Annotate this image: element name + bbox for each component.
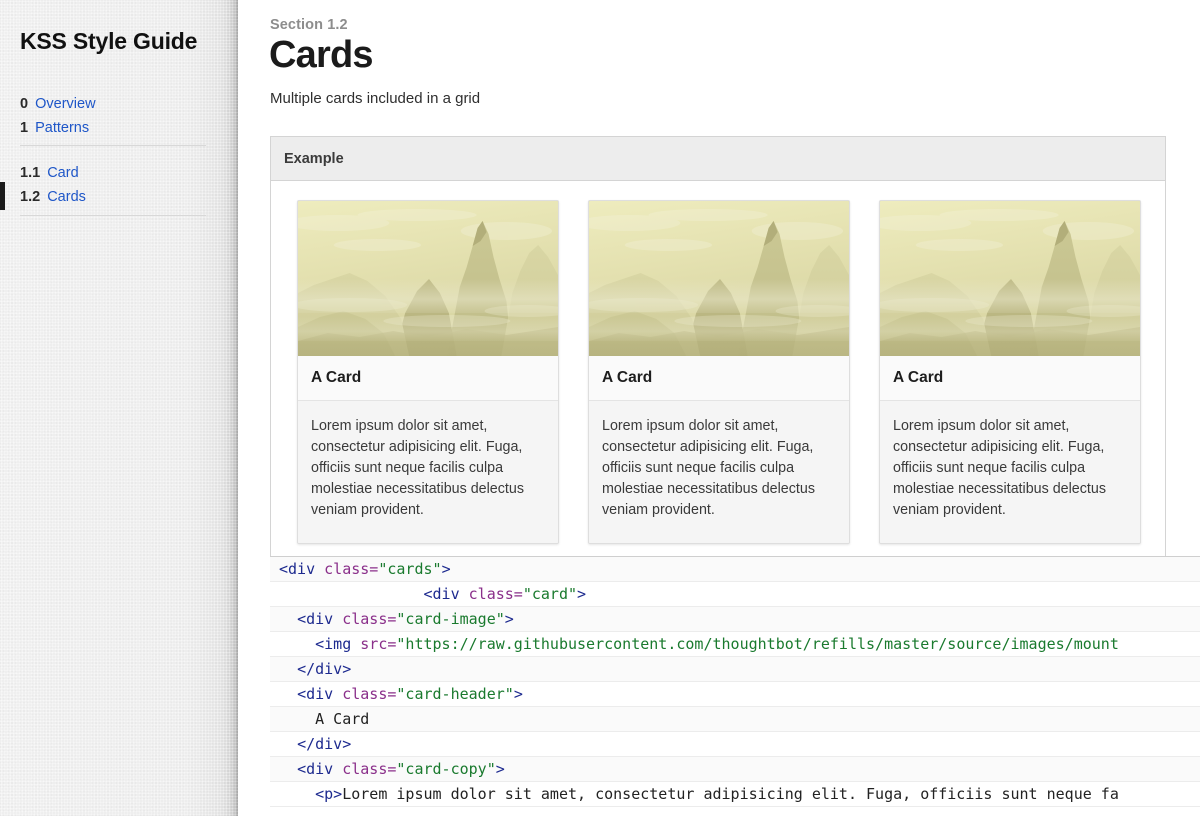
card-copy: Lorem ipsum dolor sit amet, consectetur … (880, 401, 1140, 543)
sidebar-nav-bottom: 1.1 Card 1.2 Cards (20, 161, 206, 209)
card-header: A Card (880, 356, 1140, 401)
sidebar-item-patterns[interactable]: 1 Patterns (20, 116, 206, 140)
active-section-marker (0, 182, 5, 210)
sidebar-item-number: 1.2 (20, 189, 41, 205)
card-image (589, 201, 849, 356)
sidebar-item-number: 0 (20, 96, 29, 112)
card[interactable]: A Card Lorem ipsum dolor sit amet, consec… (879, 200, 1141, 544)
code-token-tag: <img (315, 635, 361, 653)
code-line: <img src="https://raw.githubusercontent.… (270, 632, 1200, 657)
code-token-tag: <div (297, 610, 343, 628)
code-line: <div class="card-image"> (270, 607, 1200, 632)
code-token-tag: <div (423, 585, 469, 603)
card[interactable]: A Card Lorem ipsum dolor sit amet, consec… (588, 200, 850, 544)
code-token-tag: <p> (315, 785, 343, 803)
code-line: </div> (270, 732, 1200, 757)
card-copy-text: Lorem ipsum dolor sit amet, consectetur … (311, 418, 524, 518)
style-guide-title: KSS Style Guide (20, 28, 198, 54)
sidebar-item-number: 1.1 (20, 165, 41, 181)
sidebar-item-number: 1 (20, 120, 29, 136)
card-copy: Lorem ipsum dolor sit amet, consectetur … (589, 401, 849, 543)
code-token-string: "cards" (378, 560, 442, 578)
code-token-text: A Card (279, 710, 370, 728)
code-token-text: Lorem ipsum dolor sit amet, consectetur … (342, 785, 1119, 803)
card-image-graphic (589, 201, 849, 356)
card-image-graphic (298, 201, 558, 356)
card-copy-text: Lorem ipsum dolor sit amet, consectetur … (602, 418, 815, 518)
code-token-attr: class= (342, 760, 397, 778)
code-token-attr: class= (342, 610, 397, 628)
code-token-string: "card-header" (396, 685, 514, 703)
code-line: <p>Lorem ipsum dolor sit amet, consectet… (270, 782, 1200, 807)
code-sample-panel[interactable]: <div class="cards"> <div class="card"> <… (270, 556, 1200, 807)
style-guide-page: KSS Style Guide 0 Overview 1 Patterns 1.1… (0, 0, 1200, 816)
example-header-label: Example (284, 150, 344, 167)
card-image-graphic (880, 201, 1140, 356)
sidebar-item-label: Overview (35, 96, 96, 112)
code-token-attr: class= (324, 560, 379, 578)
code-token-tag: </div> (297, 660, 352, 678)
code-token-attr: class= (468, 585, 523, 603)
code-token-tag: <div (297, 685, 343, 703)
code-line: <div class="card"> (270, 582, 1200, 607)
card-header: A Card (298, 356, 558, 401)
sidebar-item-cards[interactable]: 1.2 Cards (20, 185, 206, 209)
code-token-string: "card-copy" (396, 760, 496, 778)
card-header: A Card (589, 356, 849, 401)
code-line: <div class="cards"> (270, 557, 1200, 582)
example-panel-header: Example (271, 137, 1165, 181)
code-token-tag: > (577, 585, 587, 603)
card-image (298, 201, 558, 356)
card-image (880, 201, 1140, 356)
code-token-string: "card-image" (396, 610, 505, 628)
nav-divider-top (20, 145, 206, 146)
code-token-tag: > (513, 685, 523, 703)
sidebar-item-card[interactable]: 1.1 Card (20, 161, 206, 185)
code-line: </div> (270, 657, 1200, 682)
code-token-tag: <div (297, 760, 343, 778)
code-token-string: "https://raw.githubusercontent.com/thoug… (396, 635, 1119, 653)
code-token-tag: > (441, 560, 451, 578)
sidebar-nav-top: 0 Overview 1 Patterns (20, 92, 206, 140)
code-line: <div class="card-header"> (270, 682, 1200, 707)
code-token-attr: class= (342, 685, 397, 703)
section-label: Section 1.2 (270, 17, 348, 33)
code-token-string: "card" (522, 585, 578, 603)
example-panel-body: A Card Lorem ipsum dolor sit amet, consec… (271, 181, 1165, 574)
sidebar-item-label: Card (47, 165, 79, 181)
code-token-tag: > (504, 610, 514, 628)
example-panel: Example A Card Lorem ipsum dolor sit ame… (270, 136, 1166, 575)
sidebar-item-label: Cards (47, 189, 86, 205)
sidebar-item-overview[interactable]: 0 Overview (20, 92, 206, 116)
code-token-tag: <div (279, 560, 325, 578)
code-token-tag: > (495, 760, 505, 778)
card[interactable]: A Card Lorem ipsum dolor sit amet, consec… (297, 200, 559, 544)
sidebar: KSS Style Guide 0 Overview 1 Patterns 1.1… (0, 0, 238, 816)
code-token-tag: </div> (297, 735, 352, 753)
main-content: Section 1.2 Cards Multiple cards include… (238, 0, 1200, 816)
sidebar-item-label: Patterns (35, 120, 90, 136)
code-line: <div class="card-copy"> (270, 757, 1200, 782)
page-description: Multiple cards included in a grid (270, 90, 481, 107)
card-copy: Lorem ipsum dolor sit amet, consectetur … (298, 401, 558, 543)
cards-grid: A Card Lorem ipsum dolor sit amet, consec… (271, 200, 1165, 544)
page-title: Cards (269, 34, 374, 76)
card-copy-text: Lorem ipsum dolor sit amet, consectetur … (893, 418, 1106, 518)
nav-divider-bottom (20, 215, 206, 216)
code-token-attr: src= (360, 635, 397, 653)
code-line: A Card (270, 707, 1200, 732)
